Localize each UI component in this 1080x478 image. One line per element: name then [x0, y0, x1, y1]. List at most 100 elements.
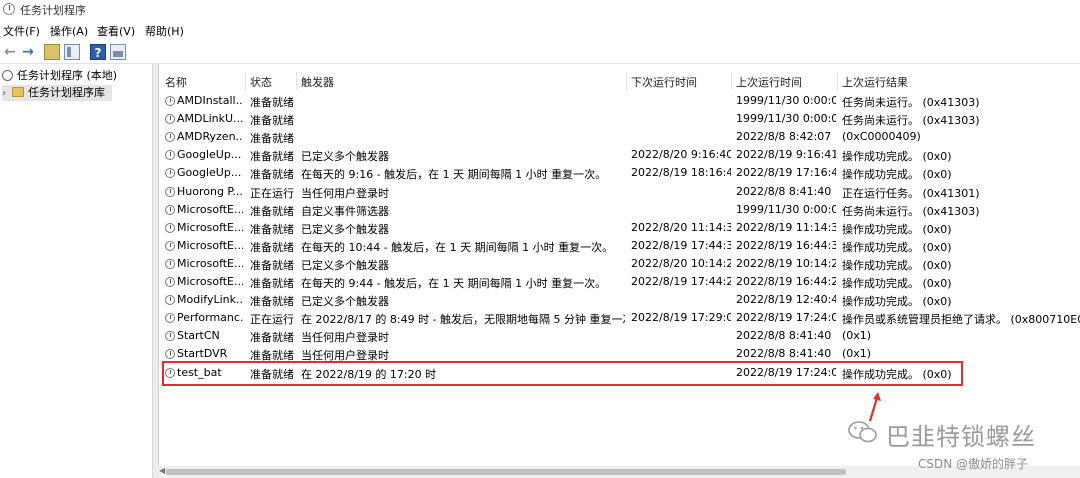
table-row[interactable]: AMDInstall... 准备就绪 1999/11/30 0:00:00 任务尚未运… [159, 92, 1080, 110]
task-last-result: 操作成功完成。 (0x0) [842, 222, 952, 236]
wechat-icon [848, 421, 877, 443]
task-last-run: 2022/8/8 8:41:40 [736, 329, 832, 343]
task-clock-icon [165, 186, 175, 197]
highlight-box [162, 361, 963, 386]
table-row[interactable]: MicrosoftE... 准备就绪 已定义多个触发器 2022/8/20 11:14… [159, 219, 1080, 237]
task-next-run: 2022/8/20 10:14:21 [631, 256, 731, 270]
task-next-run: 2022/8/19 17:29:00 [631, 311, 731, 325]
task-clock-icon [165, 349, 175, 360]
expand-chevron-icon[interactable]: › [2, 86, 12, 102]
scrollbar-thumb[interactable] [166, 469, 846, 475]
column-header-status[interactable]: 状态 [250, 74, 272, 90]
task-trigger: 在 2022/8/17 的 8:49 时 - 触发后，无限期地每隔 5 分钟 重… [301, 313, 625, 327]
table-row[interactable]: GoogleUp... 准备就绪 已定义多个触发器 2022/8/20 9:16:40… [159, 146, 1080, 164]
show-hide-action-pane-icon[interactable] [110, 44, 126, 60]
task-last-result: (0x1) [842, 329, 872, 343]
task-trigger: 在每天的 10:44 - 触发后，在 1 天 期间每隔 1 小时 重复一次。 [301, 240, 614, 254]
table-row[interactable]: GoogleUp... 准备就绪 在每天的 9:16 - 触发后，在 1 天 期间每… [159, 164, 1080, 182]
task-last-run: 2022/8/19 16:44:22 [736, 275, 836, 288]
task-clock-icon [165, 204, 175, 215]
table-row[interactable]: AMDLinkU... 准备就绪 1999/11/30 0:00:00 任务尚未运行。… [159, 110, 1080, 128]
column-header-trigger[interactable]: 触发器 [301, 74, 334, 90]
task-trigger: 已定义多个触发器 [301, 222, 389, 236]
task-status: 准备就绪 [250, 132, 294, 146]
up-folder-icon[interactable] [44, 44, 60, 60]
task-last-run: 2022/8/19 16:44:31 [736, 238, 836, 252]
table-row[interactable]: MicrosoftE... 准备就绪 已定义多个触发器 2022/8/20 10:14… [159, 255, 1080, 273]
menu-help[interactable]: 帮助(H) [145, 23, 184, 39]
task-trigger: 已定义多个触发器 [301, 150, 389, 164]
toolbar: ← → ? [0, 41, 1080, 64]
task-trigger: 自定义事件筛选器 [301, 204, 389, 218]
task-last-run: 2022/8/19 12:40:46 [736, 293, 836, 307]
task-clock-icon [165, 114, 175, 125]
column-separator[interactable] [626, 72, 627, 90]
table-row[interactable]: StartCN 准备就绪 当任何用户登录时 2022/8/8 8:41:40 (0x1) [159, 327, 1080, 345]
tree-item-root[interactable]: 任务计划程序 (本地) [2, 68, 117, 84]
task-status: 准备就绪 [250, 331, 294, 345]
task-status: 准备就绪 [250, 168, 294, 182]
task-last-result: 操作成功完成。 (0x0) [842, 258, 952, 272]
task-name: StartDVR [177, 347, 228, 361]
column-header-last-result[interactable]: 上次运行结果 [842, 74, 908, 90]
task-name: StartCN [177, 329, 220, 343]
task-name: GoogleUp... [177, 148, 242, 162]
task-clock-icon [165, 331, 175, 342]
back-arrow-icon[interactable]: ← [2, 44, 18, 60]
task-clock-icon [165, 132, 175, 143]
table-row[interactable]: Huorong P... 正在运行 当任何用户登录时 2022/8/8 8:41:40… [159, 183, 1080, 201]
table-row[interactable]: ModifyLink... 准备就绪 已定义多个触发器 2022/8/19 12:40… [159, 291, 1080, 309]
task-trigger: 当任何用户登录时 [301, 331, 389, 345]
column-separator[interactable] [837, 72, 838, 90]
tree-library-label: 任务计划程序库 [28, 86, 105, 99]
task-last-result: 操作成功完成。 (0x0) [842, 240, 952, 254]
forward-arrow-icon[interactable]: → [20, 44, 36, 60]
menu-view[interactable]: 查看(V) [97, 23, 135, 39]
column-header-name[interactable]: 名称 [165, 74, 187, 90]
task-name: AMDRyzen... [177, 130, 243, 144]
task-clock-icon [165, 168, 175, 179]
menu-action[interactable]: 操作(A) [50, 23, 88, 39]
task-clock-icon [165, 277, 175, 287]
task-clock-icon [165, 222, 175, 233]
table-row[interactable]: Performanc... 正在运行在 2022/8/17 的 8:49 时 - … [159, 309, 1080, 327]
show-hide-console-tree-icon[interactable] [64, 44, 80, 60]
column-separator[interactable] [731, 72, 732, 90]
task-last-run: 1999/11/30 0:00:00 [736, 94, 836, 107]
scroll-left-arrow-icon[interactable]: ◀ [159, 466, 165, 475]
task-status: 准备就绪 [250, 222, 294, 236]
task-status: 准备就绪 [250, 96, 294, 109]
tree-item-library[interactable]: › 任务计划程序库 [2, 85, 112, 101]
task-name: Performanc... [177, 311, 243, 325]
menu-file[interactable]: 文件(F) [3, 23, 40, 39]
task-trigger: 在每天的 9:44 - 触发后，在 1 天 期间每隔 1 小时 重复一次。 [301, 277, 607, 290]
table-row[interactable]: AMDRyzen... 准备就绪 2022/8/8 8:42:07 (0xC00004… [159, 128, 1080, 146]
task-name: MicrosoftE... [177, 220, 243, 234]
task-trigger: 当任何用户登录时 [301, 186, 389, 200]
task-clock-icon [165, 313, 175, 324]
column-header-last-run[interactable]: 上次运行时间 [736, 74, 802, 90]
task-next-run: 2022/8/19 18:16:40 [631, 166, 731, 180]
task-status: 准备就绪 [250, 150, 294, 164]
task-last-result: 操作成功完成。 (0x0) [842, 295, 952, 309]
task-name: AMDLinkU... [177, 112, 243, 126]
column-header-next-run[interactable]: 下次运行时间 [631, 74, 697, 90]
task-name: AMDInstall... [177, 94, 243, 107]
task-status: 准备就绪 [250, 204, 294, 218]
task-name: ModifyLink... [177, 293, 243, 307]
task-scheduler-app-icon [3, 3, 15, 15]
task-last-run: 2022/8/8 8:42:07 [736, 130, 832, 144]
help-icon[interactable]: ? [90, 44, 106, 60]
task-last-result: 操作成功完成。 (0x0) [842, 277, 952, 290]
watermark-text: 巴韭特锁螺丝 [886, 423, 1036, 451]
table-row[interactable]: MicrosoftE... 准备就绪 在每天的 10:44 - 触发后，在 1 天 … [159, 237, 1080, 255]
task-last-result: (0x1) [842, 347, 872, 361]
table-row[interactable]: MicrosoftE... 准备就绪 在每天的 9:44 - 触发后，在 1 天 期… [159, 273, 1080, 291]
table-row[interactable]: MicrosoftE... 准备就绪 自定义事件筛选器 1999/11/30 0:00… [159, 201, 1080, 219]
task-trigger: 在每天的 9:16 - 触发后，在 1 天 期间每隔 1 小时 重复一次。 [301, 168, 607, 182]
column-separator[interactable] [296, 72, 297, 90]
column-separator[interactable] [245, 72, 246, 90]
folder-icon [12, 87, 24, 97]
title-bar: 任务计划程序 [0, 0, 1080, 18]
task-last-run: 1999/11/30 0:00:00 [736, 112, 836, 126]
